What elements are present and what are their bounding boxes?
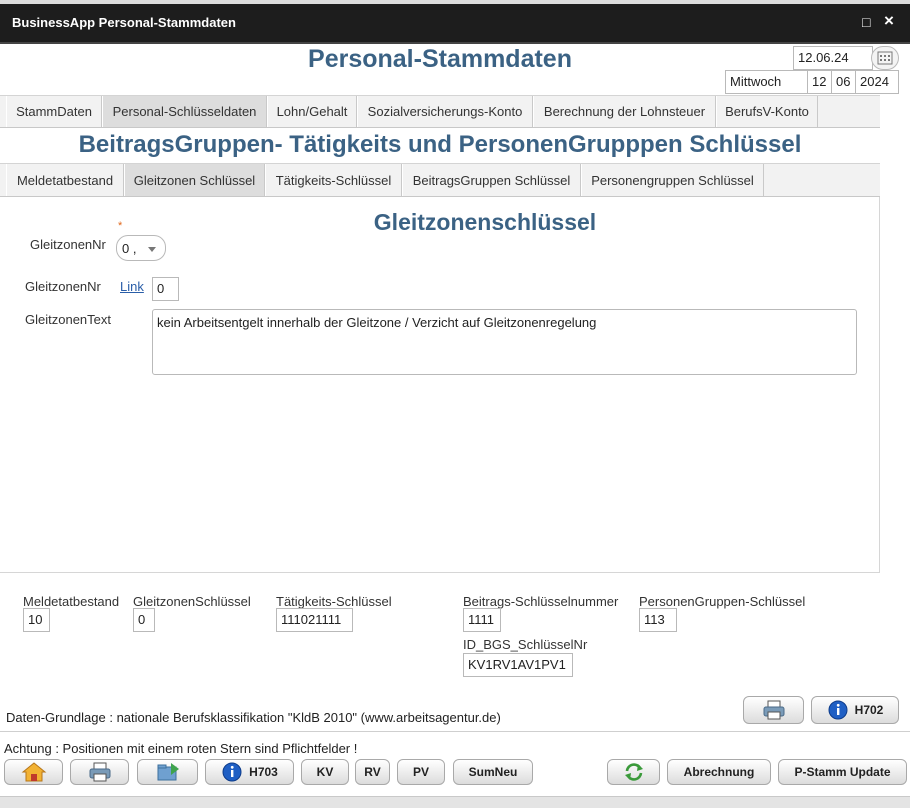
meldetatbestand-field[interactable]: 10 bbox=[23, 608, 50, 632]
required-fields-note: Achtung : Positionen mit einem roten Ste… bbox=[4, 741, 358, 756]
month-field[interactable]: 06 bbox=[831, 70, 856, 94]
gleitzonen-nr-field[interactable]: 0 bbox=[152, 277, 179, 301]
tab-meldetatbestand[interactable]: Meldetatbestand bbox=[6, 164, 124, 196]
weekday-field[interactable]: Mittwoch bbox=[725, 70, 808, 94]
h703-label: H703 bbox=[249, 765, 278, 779]
gleitzonenschluessel-field[interactable]: 0 bbox=[133, 608, 155, 632]
tab-taetigkeits-schluessel[interactable]: Tätigkeits-Schlüssel bbox=[265, 164, 402, 196]
tab-berufsv-konto[interactable]: BerufsV-Konto bbox=[716, 96, 818, 127]
h703-help-button[interactable]: H703 bbox=[205, 759, 294, 785]
refresh-button[interactable] bbox=[607, 759, 660, 785]
chevron-down-icon bbox=[148, 247, 156, 252]
tab-personengruppen-schluessel[interactable]: Personengruppen Schlüssel bbox=[581, 164, 764, 196]
tab-beitragsgruppen-schluessel[interactable]: BeitragsGruppen Schlüssel bbox=[402, 164, 581, 196]
printer-icon bbox=[89, 762, 110, 782]
sub-tab-bar: Meldetatbestand Gleitzonen Schlüssel Tät… bbox=[0, 163, 880, 197]
refresh-icon bbox=[624, 763, 643, 781]
section-title: BeitragsGruppen- Tätigkeits und Personen… bbox=[78, 131, 802, 158]
gleitzonen-text-label: GleitzonenText bbox=[25, 312, 111, 327]
gleitzonen-nr-select-label: GleitzonenNr bbox=[30, 237, 106, 252]
status-strip bbox=[0, 796, 910, 808]
folder-export-icon bbox=[157, 763, 179, 781]
kv-button[interactable]: KV bbox=[301, 759, 349, 785]
print-button[interactable] bbox=[70, 759, 129, 785]
info-icon bbox=[222, 762, 242, 782]
meldetatbestand-label: Meldetatbestand bbox=[23, 594, 120, 609]
info-icon bbox=[828, 700, 848, 720]
tab-stammdaten[interactable]: StammDaten bbox=[6, 96, 102, 127]
tab-berechnung-lohnsteuer[interactable]: Berechnung der Lohnsteuer bbox=[533, 96, 716, 127]
sumneu-button[interactable]: SumNeu bbox=[453, 759, 533, 785]
gleitzonen-nr-select-value: 0 , bbox=[122, 240, 137, 256]
personengruppenschluessel-label: PersonenGruppen-Schlüssel bbox=[639, 594, 806, 609]
tab-gleitzonen-schluessel[interactable]: Gleitzonen Schlüssel bbox=[124, 164, 265, 196]
tab-lohn-gehalt[interactable]: Lohn/Gehalt bbox=[267, 96, 357, 127]
day-field[interactable]: 12 bbox=[807, 70, 832, 94]
title-bar: BusinessApp Personal-Stammdaten □ × bbox=[0, 4, 910, 44]
gleitzonen-nr-label: GleitzonenNr bbox=[25, 279, 101, 294]
tab-sozialversicherungs-konto[interactable]: Sozialversicherungs-Konto bbox=[357, 96, 533, 127]
abrechnung-button[interactable]: Abrechnung bbox=[667, 759, 771, 785]
app-window: BusinessApp Personal-Stammdaten □ × Pers… bbox=[0, 0, 910, 808]
gleitzonen-link[interactable]: Link bbox=[120, 279, 144, 294]
gleitzonen-text-field[interactable]: kein Arbeitsentgelt innerhalb der Gleitz… bbox=[152, 309, 857, 375]
h702-help-button[interactable]: H702 bbox=[811, 696, 899, 724]
form-title: Gleitzonenschlüssel bbox=[373, 209, 597, 235]
pv-button[interactable]: PV bbox=[397, 759, 445, 785]
year-field[interactable]: 2024 bbox=[855, 70, 899, 94]
taetigkeitsschluessel-field[interactable]: 111021111 bbox=[276, 608, 353, 632]
print-button-info[interactable] bbox=[743, 696, 804, 724]
data-source-note: Daten-Grundlage : nationale Berufsklassi… bbox=[6, 710, 501, 725]
h702-label: H702 bbox=[854, 703, 884, 717]
export-button[interactable] bbox=[137, 759, 198, 785]
id-bgs-schluesselnr-label: ID_BGS_SchlüsselNr bbox=[463, 637, 588, 652]
footer-divider bbox=[0, 731, 910, 732]
window-title: BusinessApp Personal-Stammdaten bbox=[12, 15, 236, 30]
personengruppenschluessel-field[interactable]: 113 bbox=[639, 608, 677, 632]
rv-button[interactable]: RV bbox=[355, 759, 390, 785]
required-mark: * bbox=[118, 220, 123, 232]
gleitzonenschluessel-label: GleitzonenSchlüssel bbox=[133, 594, 251, 609]
home-icon bbox=[21, 762, 46, 782]
calendar-button[interactable] bbox=[871, 46, 899, 70]
taetigkeitsschluessel-label: Tätigkeits-Schlüssel bbox=[276, 594, 392, 609]
maximize-icon[interactable]: □ bbox=[862, 14, 870, 30]
pstamm-update-button[interactable]: P-Stamm Update bbox=[778, 759, 907, 785]
main-tab-bar: StammDaten Personal-Schlüsseldaten Lohn/… bbox=[0, 95, 880, 128]
tab-personal-schluesseldaten[interactable]: Personal-Schlüsseldaten bbox=[102, 96, 267, 127]
printer-icon bbox=[763, 700, 784, 720]
calendar-icon bbox=[877, 51, 893, 65]
beitragsschluesselnummer-label: Beitrags-Schlüsselnummer bbox=[463, 594, 619, 609]
date-field[interactable]: 12.06.24 bbox=[793, 46, 873, 70]
id-bgs-schluesselnr-field[interactable]: KV1RV1AV1PV1 bbox=[463, 653, 573, 677]
gleitzonen-nr-select[interactable]: 0 , bbox=[116, 235, 166, 261]
home-button[interactable] bbox=[4, 759, 63, 785]
beitragsschluesselnummer-field[interactable]: 1111 bbox=[463, 608, 501, 632]
close-icon[interactable]: × bbox=[884, 11, 894, 31]
